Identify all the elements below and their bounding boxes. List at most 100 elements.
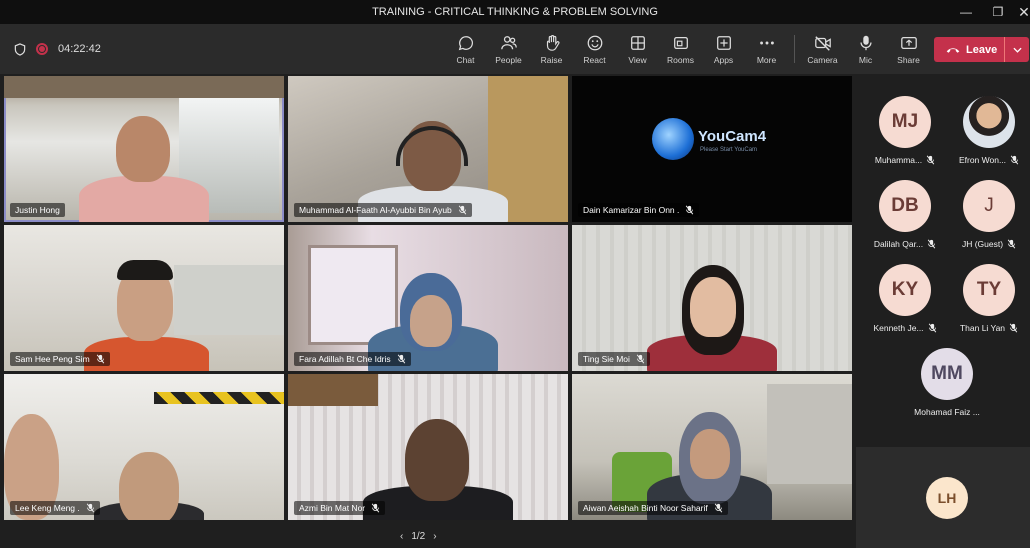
video-tile[interactable]: Aiwan Aeishah Binti Noor Saharif [572, 374, 852, 520]
people-label: People [495, 54, 522, 65]
roster-label: Than Li Yan [947, 323, 1030, 333]
mic-off-icon [397, 354, 405, 364]
participant-label: Aiwan Aeishah Binti Noor Saharif [578, 501, 728, 515]
participant-name: Sam Hee Peng Sim [15, 354, 90, 364]
roster-participant[interactable]: MM Mohamad Faiz ... [905, 348, 989, 417]
meeting-info: 04:22:42 [14, 24, 101, 74]
roster-participant[interactable]: MJ Muhamma... [863, 96, 947, 165]
roster-label: Efron Won... [947, 155, 1030, 165]
shield-icon[interactable] [14, 42, 26, 56]
participant-name: Aiwan Aeishah Binti Noor Saharif [583, 503, 708, 513]
participant-roster: MJ Muhamma... Efron Won... DB Dalilah Qa… [856, 76, 1030, 446]
chat-button[interactable]: Chat [444, 24, 487, 74]
youcam-subtitle: Please Start YouCam [700, 147, 758, 153]
leave-button[interactable]: Leave [934, 37, 1029, 62]
video-tile[interactable]: Justin Hong [4, 76, 284, 222]
avatar: MJ [879, 96, 931, 148]
self-avatar: LH [926, 477, 968, 519]
chevron-left-icon[interactable]: ‹ [400, 531, 403, 542]
participant-name: Lee Keng Meng . [15, 503, 80, 513]
apps-icon [716, 35, 731, 50]
people-button[interactable]: People [487, 24, 530, 74]
recording-icon [36, 43, 48, 55]
roster-participant[interactable]: DB Dalilah Qar... [863, 180, 947, 249]
view-button[interactable]: View [616, 24, 659, 74]
person-head [405, 419, 469, 501]
camera-button[interactable]: Camera [801, 24, 844, 74]
participant-name: Mohamad Faiz ... [914, 407, 980, 417]
more-button[interactable]: More [745, 24, 788, 74]
meeting-timer: 04:22:42 [58, 43, 101, 55]
youcam-logo [652, 118, 694, 160]
meeting-toolbar: 04:22:42 Chat People Raise React View Ro… [0, 24, 1030, 74]
react-button[interactable]: React [573, 24, 616, 74]
raise-hand-icon [546, 34, 560, 51]
participant-name: Azmi Bin Mat Nor [299, 503, 366, 513]
person-head [116, 116, 170, 182]
roster-participant[interactable]: TY Than Li Yan [947, 264, 1030, 333]
mic-label: Mic [858, 54, 873, 65]
minimize-icon[interactable]: — [950, 0, 982, 24]
mic-off-icon [1007, 239, 1016, 249]
person-head [119, 452, 179, 520]
roster-label: Mohamad Faiz ... [905, 407, 989, 417]
person-face [690, 429, 730, 479]
roster-participant[interactable]: J JH (Guest) [947, 180, 1030, 249]
window-title: TRAINING - CRITICAL THINKING & PROBLEM S… [372, 6, 658, 18]
participant-name: Ting Sie Moi [583, 354, 630, 364]
video-tile[interactable]: Fara Adillah Bt Che Idris [288, 225, 568, 371]
roster-label: Muhamma... [863, 155, 947, 165]
participant-name: Efron Won... [958, 155, 1007, 165]
share-icon [900, 36, 917, 49]
participant-name: Than Li Yan [959, 323, 1006, 333]
avatar: MM [921, 348, 973, 400]
leave-label: Leave [966, 43, 998, 56]
more-icon [759, 41, 774, 44]
office-background-image [174, 265, 284, 335]
mic-off-icon [686, 205, 694, 215]
apps-label: Apps [713, 54, 734, 65]
roster-participant[interactable]: KY Kenneth Je... [863, 264, 947, 333]
rooms-label: Rooms [667, 54, 694, 65]
mic-button[interactable]: Mic [844, 24, 887, 74]
participant-name: Dain Kamarizar Bin Onn . [583, 205, 680, 215]
office-background-image [767, 384, 852, 484]
video-tile[interactable]: Lee Keng Meng . [4, 374, 284, 520]
avatar: J [963, 180, 1015, 232]
participant-name: Fara Adillah Bt Che Idris [299, 354, 391, 364]
share-button[interactable]: Share [887, 24, 930, 74]
react-label: React [583, 54, 606, 65]
raise-hand-button[interactable]: Raise [530, 24, 573, 74]
leave-dropdown[interactable] [1004, 37, 1029, 62]
mic-off-icon [636, 354, 645, 364]
mic-off-icon [86, 503, 94, 513]
chevron-right-icon[interactable]: › [433, 531, 436, 542]
video-tile[interactable]: Sam Hee Peng Sim [4, 225, 284, 371]
participant-name: Justin Hong [15, 205, 60, 215]
mic-off-icon [714, 503, 722, 513]
close-icon[interactable]: ✕ [1008, 0, 1030, 24]
roster-label: Kenneth Je... [863, 323, 947, 333]
avatar: DB [879, 180, 931, 232]
view-label: View [628, 54, 647, 65]
roster-participant[interactable]: Efron Won... [947, 96, 1030, 165]
phone-hangup-icon [946, 47, 960, 53]
participant-name: Kenneth Je... [873, 323, 924, 333]
video-tile[interactable]: Ting Sie Moi [572, 225, 852, 371]
leave-main[interactable]: Leave [934, 44, 1004, 56]
mic-off-icon [928, 323, 936, 333]
rooms-button[interactable]: Rooms [659, 24, 702, 74]
participant-name: Muhamma... [874, 155, 923, 165]
mic-off-icon [1009, 323, 1018, 333]
react-icon [587, 35, 602, 50]
video-tile[interactable]: Muhammad Al-Faath Al-Ayubbi Bin Ayub [288, 76, 568, 222]
more-label: More [756, 54, 777, 65]
hair-image [117, 260, 173, 280]
self-view[interactable]: LH [856, 447, 1030, 548]
participant-name: JH (Guest) [961, 239, 1004, 249]
video-tile[interactable]: Azmi Bin Mat Nor [288, 374, 568, 520]
mic-off-icon [1010, 155, 1019, 165]
participant-label: Justin Hong [10, 203, 65, 217]
video-tile[interactable]: YouCam4 Please Start YouCam Dain Kamariz… [572, 76, 852, 222]
apps-button[interactable]: Apps [702, 24, 745, 74]
